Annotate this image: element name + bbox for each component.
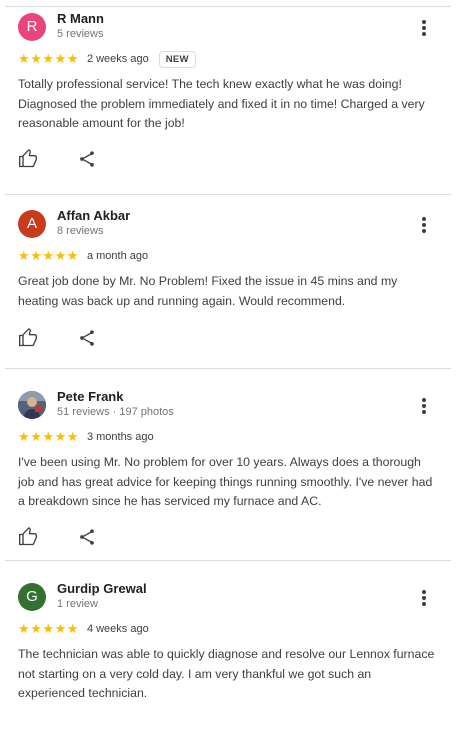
reviewer-name[interactable]: R Mann <box>57 11 104 26</box>
avatar[interactable]: G <box>18 583 46 611</box>
review-time: 2 weeks ago <box>86 53 149 65</box>
star-icon: ★ <box>54 248 67 263</box>
star-icon: ★ <box>42 248 55 263</box>
review-text: Great job done by Mr. No Problem! Fixed … <box>18 274 398 308</box>
star-rating: ★ ★ ★ ★ ★ <box>18 429 79 445</box>
reviewer-meta: 1 review <box>57 598 98 610</box>
more-options-icon[interactable] <box>414 17 434 39</box>
rating-row: ★ ★ ★ ★ ★ 4 weeks ago <box>18 621 149 637</box>
share-icon <box>80 529 94 545</box>
review-divider <box>5 560 451 561</box>
share-button[interactable] <box>77 527 97 547</box>
review-card: R R Mann 5 reviews ★ ★ ★ ★ ★ 2 weeks ago… <box>0 0 452 180</box>
avatar[interactable]: R <box>18 13 46 41</box>
reviewer-name[interactable]: Gurdip Grewal <box>57 581 147 596</box>
share-icon <box>80 151 94 167</box>
star-rating: ★ ★ ★ ★ ★ <box>18 621 79 637</box>
thumb-up-icon <box>19 149 37 168</box>
more-options-icon[interactable] <box>414 214 434 236</box>
review-time: a month ago <box>86 250 149 262</box>
star-icon: ★ <box>30 621 42 636</box>
review-divider <box>5 368 451 369</box>
review-actions <box>18 149 97 169</box>
review-actions <box>18 527 97 547</box>
star-icon: ★ <box>18 51 30 66</box>
more-options-icon[interactable] <box>414 587 434 609</box>
star-rating: ★ ★ ★ ★ ★ <box>18 248 79 264</box>
rating-row: ★ ★ ★ ★ ★ a month ago <box>18 248 148 264</box>
reviewer-name[interactable]: Pete Frank <box>57 389 123 404</box>
star-icon: ★ <box>54 429 67 444</box>
reviewer-meta: 51 reviews · 197 photos <box>57 406 174 418</box>
star-icon: ★ <box>54 51 67 66</box>
review-card: G Gurdip Grewal 1 review ★ ★ ★ ★ ★ 4 wee… <box>0 570 452 750</box>
star-icon: ★ <box>42 621 55 636</box>
more-options-icon[interactable] <box>414 395 434 417</box>
review-text: I've been using Mr. No problem for over … <box>18 455 433 509</box>
review-time: 3 months ago <box>86 431 154 443</box>
star-icon: ★ <box>54 621 67 636</box>
review-card: Pete Frank 51 reviews · 197 photos ★ ★ ★… <box>0 378 452 558</box>
review-divider <box>5 194 451 195</box>
share-button[interactable] <box>77 149 97 169</box>
share-button[interactable] <box>77 328 97 348</box>
thumb-up-icon <box>19 328 37 347</box>
star-icon: ★ <box>18 248 30 263</box>
thumb-up-icon <box>19 527 37 546</box>
star-icon: ★ <box>30 51 42 66</box>
star-icon: ★ <box>66 248 79 263</box>
share-icon <box>80 330 94 346</box>
star-rating: ★ ★ ★ ★ ★ <box>18 51 79 67</box>
star-icon: ★ <box>30 248 42 263</box>
like-button[interactable] <box>18 328 38 348</box>
like-button[interactable] <box>18 149 38 169</box>
avatar[interactable]: A <box>18 210 46 238</box>
rating-row: ★ ★ ★ ★ ★ 3 months ago <box>18 429 154 445</box>
rating-row: ★ ★ ★ ★ ★ 2 weeks ago NEW <box>18 50 196 68</box>
star-icon: ★ <box>42 51 55 66</box>
star-icon: ★ <box>66 429 79 444</box>
review-text: The technician was able to quickly diagn… <box>18 647 435 701</box>
review-time: 4 weeks ago <box>86 623 149 635</box>
reviewer-meta: 8 reviews <box>57 225 104 237</box>
reviewer-name[interactable]: Affan Akbar <box>57 208 130 223</box>
avatar[interactable] <box>18 391 46 419</box>
star-icon: ★ <box>18 429 30 444</box>
star-icon: ★ <box>66 51 79 66</box>
star-icon: ★ <box>30 429 42 444</box>
reviewer-meta: 5 reviews <box>57 28 104 40</box>
review-actions <box>18 328 97 348</box>
profile-photo-icon <box>18 391 46 419</box>
star-icon: ★ <box>66 621 79 636</box>
new-badge: NEW <box>158 50 196 68</box>
review-card: A Affan Akbar 8 reviews ★ ★ ★ ★ ★ a mont… <box>0 197 452 377</box>
star-icon: ★ <box>18 621 30 636</box>
review-text: Totally professional service! The tech k… <box>18 77 425 131</box>
like-button[interactable] <box>18 527 38 547</box>
star-icon: ★ <box>42 429 55 444</box>
